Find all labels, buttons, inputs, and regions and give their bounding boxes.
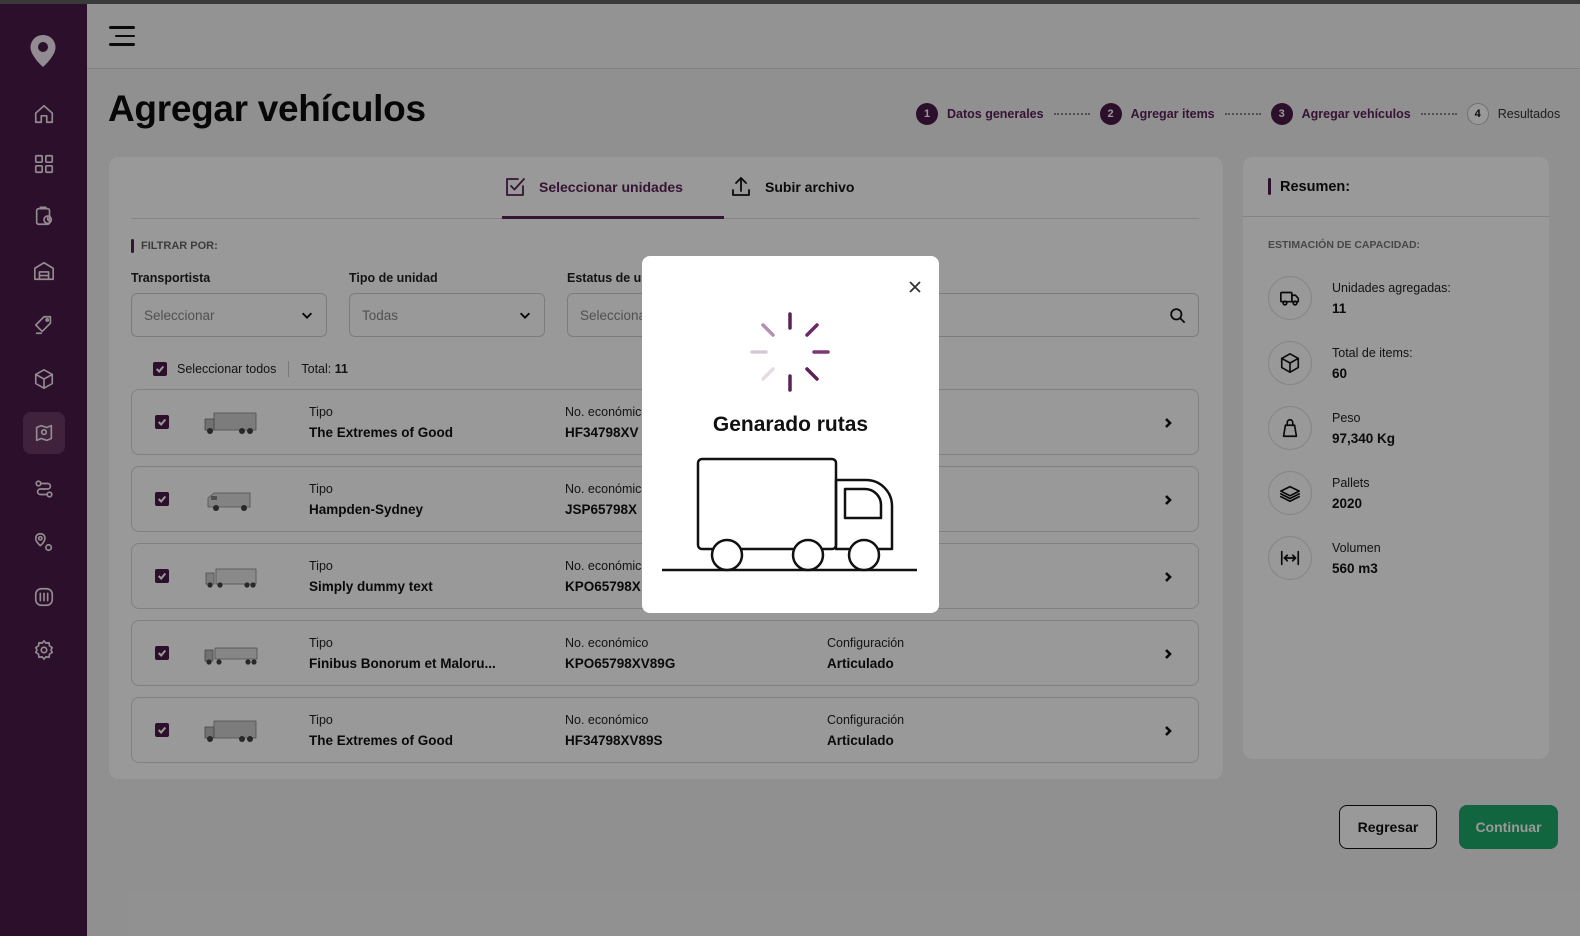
delivery-truck-illustration-icon: [662, 457, 917, 572]
top-strip: [0, 0, 1580, 4]
generating-routes-modal: Genarado rutas: [642, 256, 939, 613]
modal-title: Genarado rutas: [712, 413, 869, 436]
loading-spinner-icon: [750, 312, 830, 392]
close-icon[interactable]: [907, 279, 923, 295]
